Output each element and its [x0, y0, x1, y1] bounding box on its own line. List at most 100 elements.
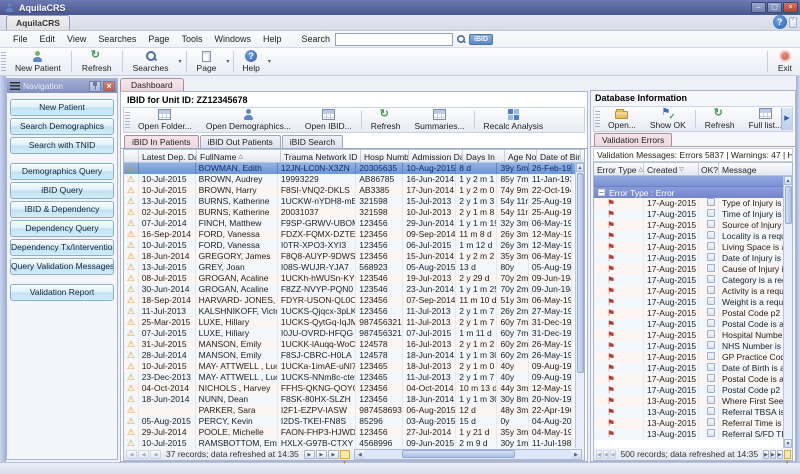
- search-button[interactable]: [453, 33, 469, 46]
- searches-dropdown-icon[interactable]: ▾: [179, 58, 182, 65]
- column-hosp-number[interactable]: Hosp Number: [361, 150, 409, 162]
- validation-row[interactable]: 13-Aug-2015 Referral Time is a KEY requi…: [594, 418, 783, 429]
- column-fullname[interactable]: FullName△: [197, 150, 281, 162]
- validation-row[interactable]: 17-Aug-2015 GP Practice Code is a KEY re…: [594, 352, 783, 363]
- nav-prev-button[interactable]: ◀: [150, 450, 161, 459]
- table-row[interactable]: 10-Jul-2015 BROWN, Audrey 19993229 AB867…: [124, 174, 575, 185]
- table-row[interactable]: 18-Sep-2014 HARVARD- JONES, Gray FDYR-US…: [124, 295, 575, 306]
- column-admission-date[interactable]: Admission Date: [409, 150, 463, 162]
- ok-checkbox[interactable]: [707, 209, 715, 217]
- group-row[interactable]: Error Type : Error: [594, 187, 783, 198]
- ok-checkbox[interactable]: [707, 198, 715, 206]
- sidebar-button[interactable]: IBID & Dependency: [10, 201, 114, 218]
- column-created[interactable]: Created▽: [644, 163, 699, 175]
- help-dropdown-icon[interactable]: ▾: [268, 58, 271, 65]
- ok-checkbox[interactable]: [707, 429, 715, 437]
- sidebar-button[interactable]: New Patient: [10, 99, 114, 116]
- recalc-analysis-button[interactable]: Recalc Analysis: [477, 108, 551, 132]
- chevron-down-icon[interactable]: ˇ: [789, 17, 797, 28]
- column-error-type[interactable]: Error Type△: [594, 163, 644, 175]
- validation-row[interactable]: 17-Aug-2015 NHS Number is a KEY required: [594, 341, 783, 352]
- minimize-button[interactable]: –: [751, 2, 766, 13]
- menu-view[interactable]: View: [61, 32, 92, 46]
- ibid-badge[interactable]: iBID: [469, 34, 493, 45]
- scroll-down-icon[interactable]: ▼: [784, 439, 792, 448]
- sidebar-button[interactable]: Query Validation Messages: [10, 258, 114, 275]
- table-row[interactable]: 02-Jul-2015 BURNS, Katherine 20031037 32…: [124, 207, 575, 218]
- ok-checkbox[interactable]: [707, 374, 715, 382]
- table-row[interactable]: BOWMAN, Edith 12JN-LC0N-X3ZN 20305635 10…: [124, 163, 575, 174]
- column-icon[interactable]: [124, 150, 139, 162]
- sidebar-button[interactable]: Validation Report: [10, 284, 114, 301]
- validation-row[interactable]: 17-Aug-2015 Cause of Injury is a require…: [594, 264, 783, 275]
- sidebar-button[interactable]: iBID Query: [10, 182, 114, 199]
- table-row[interactable]: 10-Jul-2015 MAY- ATTWELL , Lucy 1UCKa-1i…: [124, 361, 575, 372]
- close-button[interactable]: ×: [783, 2, 798, 13]
- tab-dashboard[interactable]: Dashboard: [120, 78, 184, 91]
- sidebar-button[interactable]: Demographics Query: [10, 163, 114, 180]
- exit-button[interactable]: Exit: [770, 48, 800, 75]
- validation-row[interactable]: 13-Aug-2015 Referral S/FD TBSA is a KEY …: [594, 429, 783, 440]
- column-message[interactable]: Message: [719, 163, 792, 175]
- table-row[interactable]: 25-Mar-2015 LUXE, Hillary 1UCKS-QytGq-Iq…: [124, 317, 575, 328]
- open-folder-button[interactable]: Open Folder...: [131, 108, 199, 132]
- column-days-in[interactable]: Days In: [463, 150, 505, 162]
- sidebar-button[interactable]: Search Demographics: [10, 118, 114, 135]
- filter-icon[interactable]: [340, 450, 350, 459]
- open-button[interactable]: Open...: [601, 107, 643, 131]
- validation-row[interactable]: 17-Aug-2015 Date of Birth is a KEY requi…: [594, 363, 783, 374]
- menu-windows[interactable]: Windows: [208, 32, 257, 46]
- ok-checkbox[interactable]: [707, 341, 715, 349]
- table-row[interactable]: 07-Jul-2015 LUXE, Hillary I0JU-OVRD-HFQG…: [124, 328, 575, 339]
- scroll-up-icon[interactable]: ▲: [784, 176, 792, 185]
- menu-page[interactable]: Page: [142, 32, 175, 46]
- table-row[interactable]: 13-Jul-2015 BURNS, Katherine 1UCKW-nYDH8…: [124, 196, 575, 207]
- validation-row[interactable]: 17-Aug-2015 Activity is a required value: [594, 286, 783, 297]
- column-date-of-birth[interactable]: Date of Birth: [537, 150, 581, 162]
- page-button[interactable]: Page: [189, 48, 225, 75]
- sidebar-button[interactable]: Dependency Query: [10, 220, 114, 237]
- table-row[interactable]: 23-Dec-2013 MAY- ATTWELL , Lucy 1UCKS-NN…: [124, 372, 575, 383]
- table-row[interactable]: 05-Aug-2015 PERCY, Kevin I2DS-TKEI-FN8S …: [124, 416, 575, 427]
- summaries-button[interactable]: Summaries...: [407, 108, 471, 132]
- table-row[interactable]: 07-Jul-2014 FINCH, Matthew F9SP-GRWV-UBO…: [124, 218, 575, 229]
- column-age-now[interactable]: Age Now: [505, 150, 537, 162]
- ok-checkbox[interactable]: [707, 220, 715, 228]
- column-latest-dep-date[interactable]: Latest Dep. Date: [139, 150, 197, 162]
- ok-checkbox[interactable]: [707, 264, 715, 272]
- ibid-tab[interactable]: iBID Search: [282, 135, 343, 148]
- ok-checkbox[interactable]: [707, 297, 715, 305]
- column-trauma-network-id[interactable]: Trauma Network ID: [281, 150, 361, 162]
- column-ok[interactable]: OK?: [699, 163, 719, 175]
- table-row[interactable]: 31-Jul-2015 MANSON, Emily 1UCKK-lAuqq-Wo…: [124, 339, 575, 350]
- ok-checkbox[interactable]: [707, 319, 715, 327]
- validation-row[interactable]: 17-Aug-2015 Postal Code p2 is a KEY requ…: [594, 385, 783, 396]
- ok-checkbox[interactable]: [707, 275, 715, 283]
- ok-checkbox[interactable]: [707, 242, 715, 250]
- vertical-scrollbar[interactable]: ▲ ▼: [783, 176, 792, 448]
- menu-tools[interactable]: Tools: [175, 32, 208, 46]
- ok-checkbox[interactable]: [707, 407, 715, 415]
- validation-row[interactable]: 17-Aug-2015 Category is a required value: [594, 275, 783, 286]
- refresh-grid-button[interactable]: Refresh: [364, 108, 408, 132]
- validation-row[interactable]: 17-Aug-2015 Postal Code is a KEY require…: [594, 374, 783, 385]
- open-ibid-button[interactable]: Open IBID...: [298, 108, 359, 132]
- nav-next-page-button[interactable]: ▶: [770, 450, 776, 459]
- scroll-up-icon[interactable]: ▲: [576, 163, 584, 172]
- tab-validation-errors[interactable]: Validation Errors: [594, 133, 672, 146]
- ok-checkbox[interactable]: [707, 330, 715, 338]
- nav-prev-page-button[interactable]: ◀: [603, 450, 609, 459]
- maximize-button[interactable]: ▢: [767, 2, 782, 13]
- ok-checkbox[interactable]: [707, 253, 715, 261]
- ok-checkbox[interactable]: [707, 352, 715, 360]
- menu-help[interactable]: Help: [257, 32, 288, 46]
- ok-checkbox[interactable]: [707, 396, 715, 404]
- nav-first-button[interactable]: ◀: [596, 450, 602, 459]
- table-row[interactable]: 11-Jul-2013 KALSHNIKOFF, Victor 1UCKS-Qj…: [124, 306, 575, 317]
- scroll-right-icon[interactable]: ▶: [571, 450, 581, 459]
- table-row[interactable]: 28-Jul-2014 MANSON, Emily F8SJ-CBRC-H0LA…: [124, 350, 575, 361]
- help-button[interactable]: Help: [236, 48, 265, 75]
- ibid-tab[interactable]: iBID In Patients: [124, 135, 199, 148]
- validation-row[interactable]: 17-Aug-2015 Type of Injury is a KEY requ…: [594, 198, 783, 209]
- ok-checkbox[interactable]: [707, 363, 715, 371]
